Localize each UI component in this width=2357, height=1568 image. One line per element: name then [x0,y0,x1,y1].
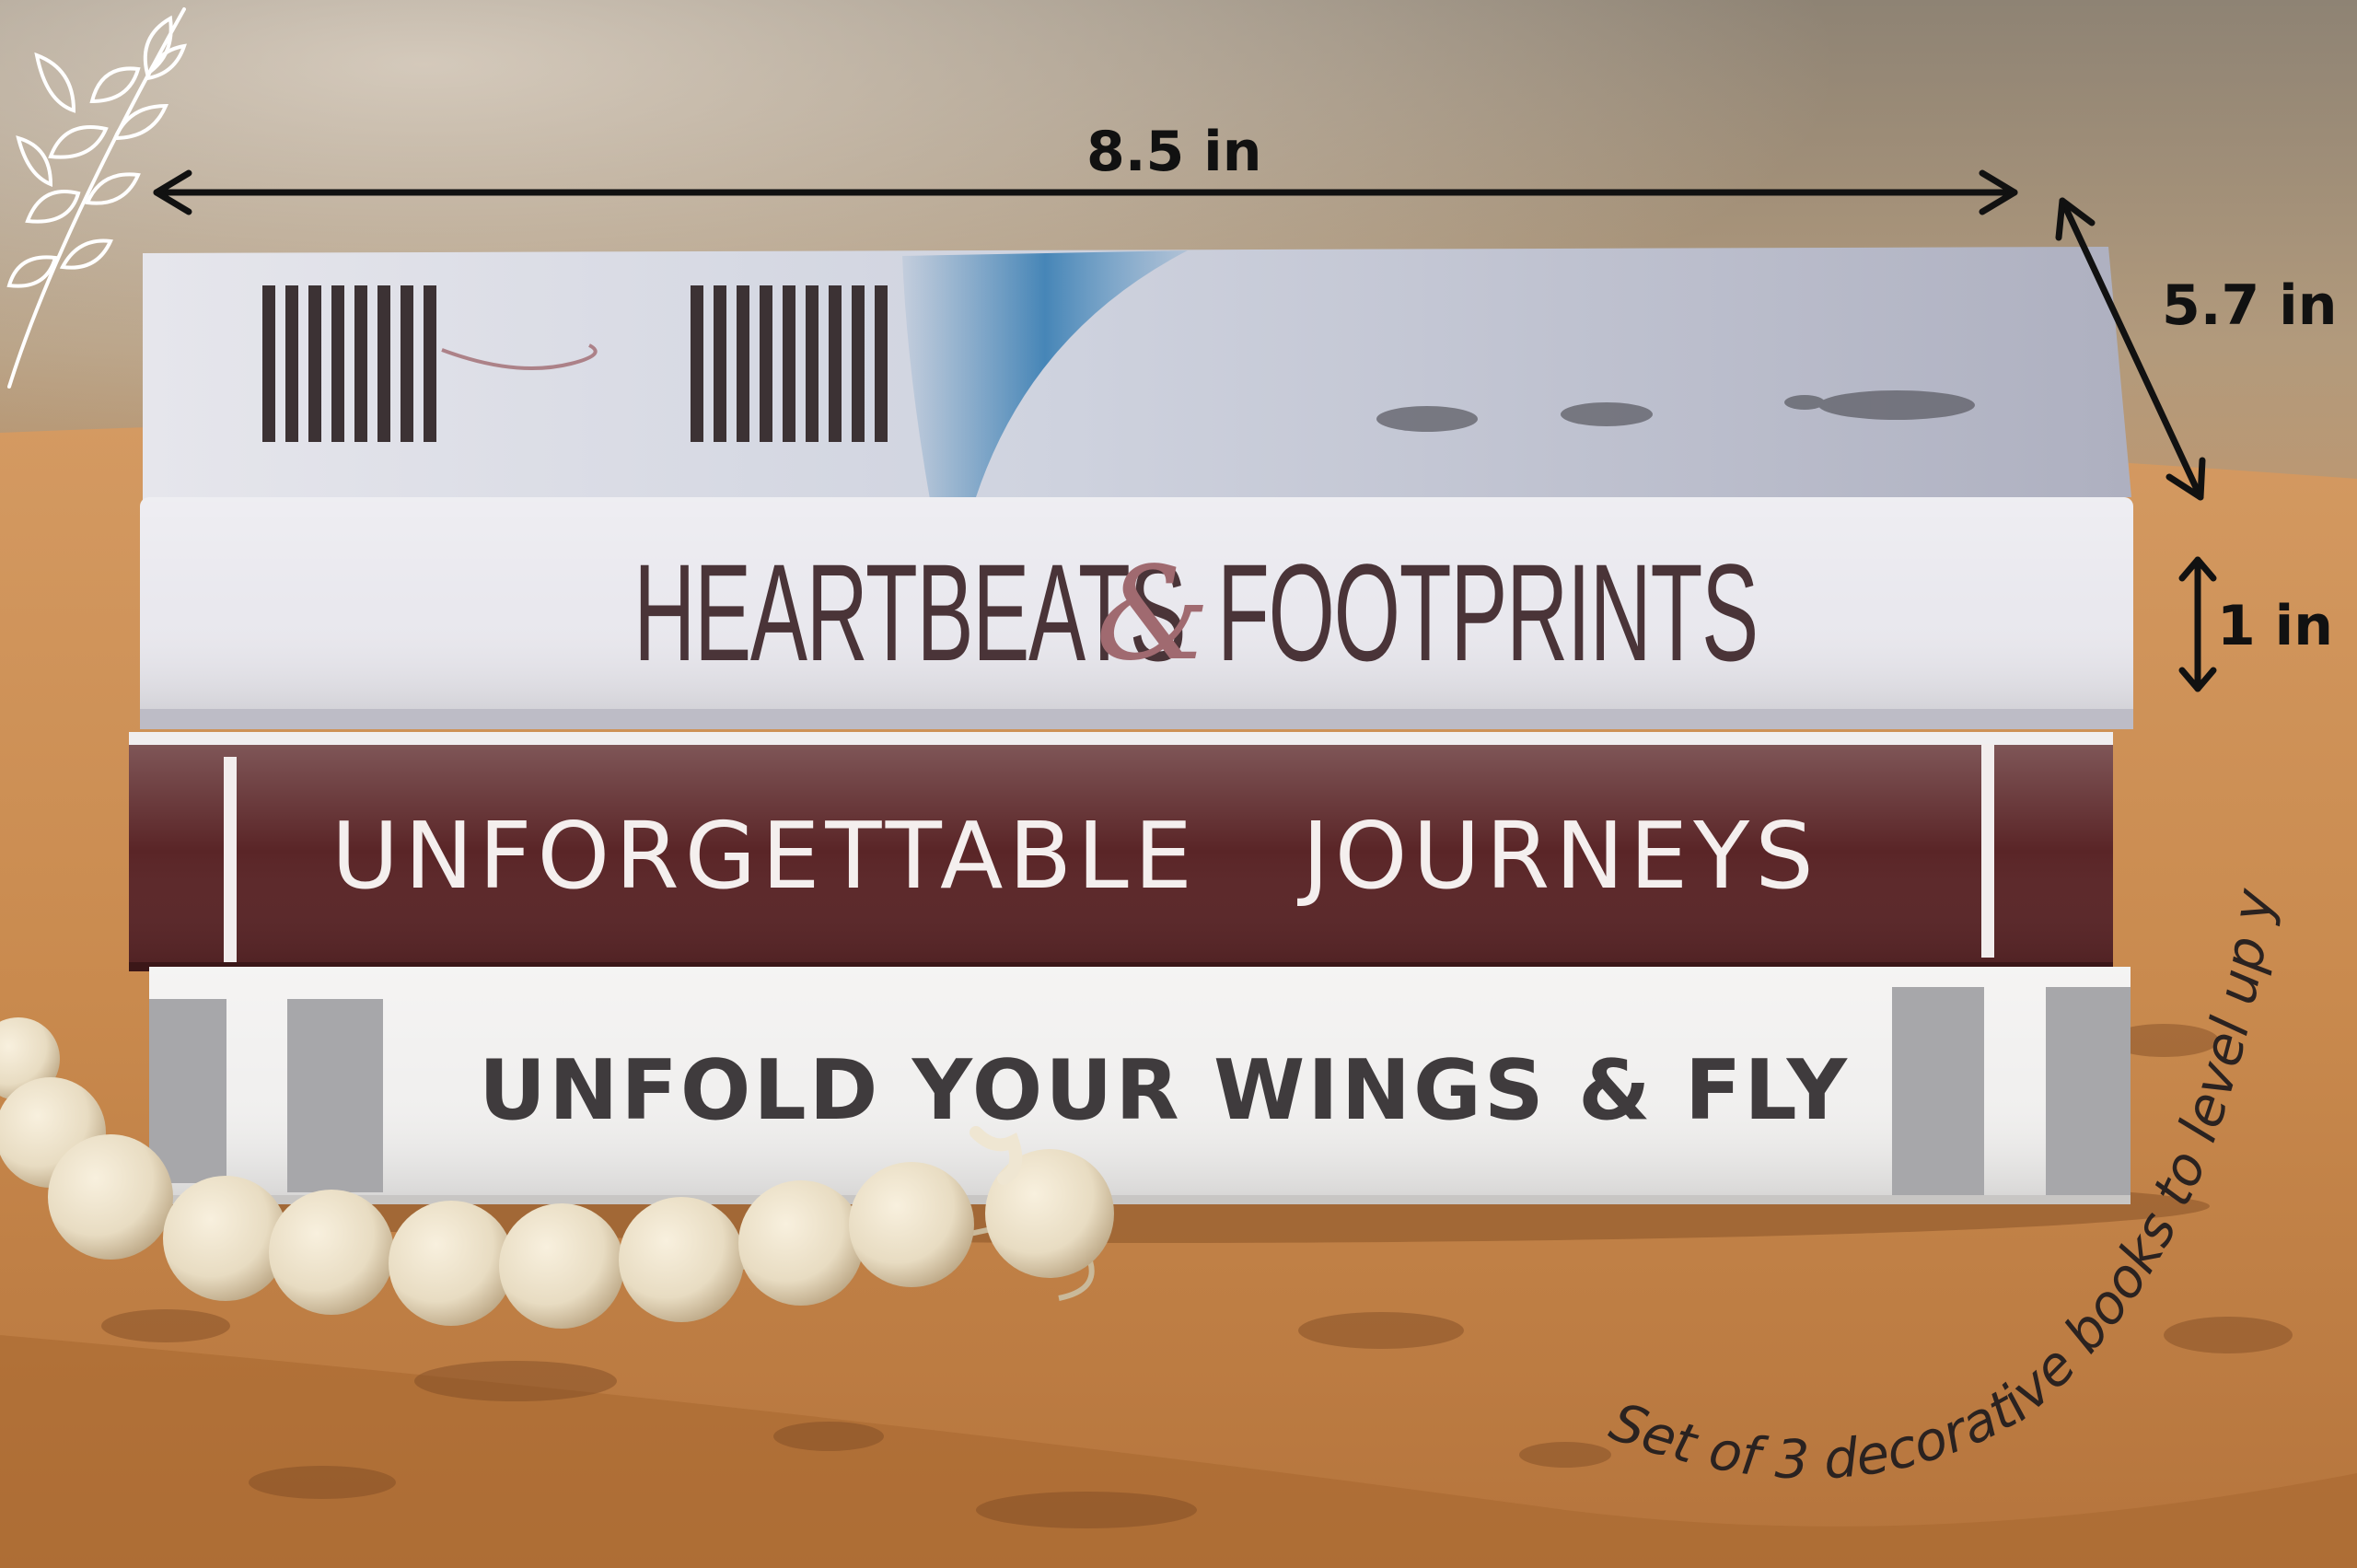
caption-curve: Set of 3 decorative books to level up yo… [0,0,2286,1492]
caption-text: Set of 3 decorative books to level up yo… [0,0,2286,1492]
svg-text:Set of 3 decorative books to l: Set of 3 decorative books to level up yo… [0,0,2286,1492]
product-photo: 8.5 in 5.7 in 1 in HEARTBEATS & FOOTPRIN… [0,0,2357,1568]
